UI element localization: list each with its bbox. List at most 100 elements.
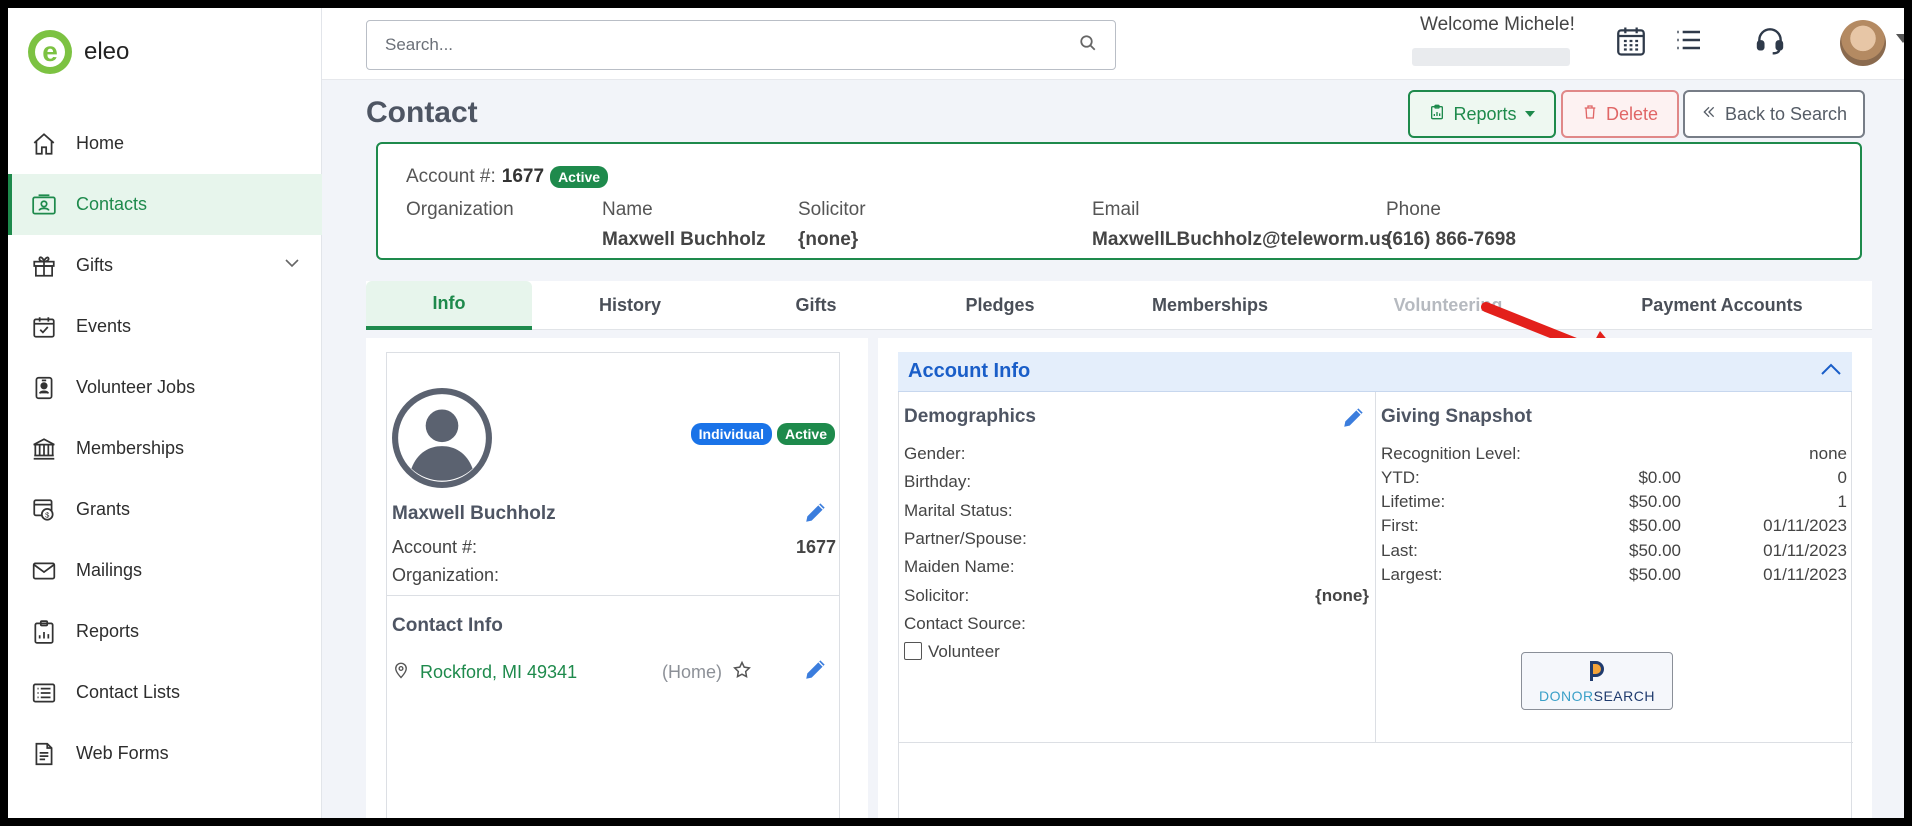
type-badge: Individual bbox=[690, 423, 772, 445]
caret-down-icon[interactable] bbox=[1896, 34, 1904, 43]
sidebar-item-contacts[interactable]: Contacts bbox=[8, 174, 322, 235]
demographics-section: Demographics Gender: Birthday: Marital S… bbox=[899, 392, 1376, 742]
demo-label: Partner/Spouse: bbox=[904, 529, 1027, 548]
sidebar-item-mailings[interactable]: Mailings bbox=[8, 540, 322, 601]
address-row: Rockford, MI 49341 (Home) bbox=[392, 660, 836, 685]
sidebar-item-web-forms[interactable]: Web Forms bbox=[8, 723, 322, 784]
calendar-grid-icon[interactable] bbox=[1614, 24, 1648, 63]
contact-source-row: Contact Source: bbox=[904, 614, 1369, 634]
headset-icon[interactable] bbox=[1754, 24, 1786, 61]
report-icon bbox=[1429, 104, 1445, 125]
volunteer-row[interactable]: Volunteer bbox=[904, 642, 1369, 662]
chevron-up-icon[interactable] bbox=[1820, 362, 1842, 381]
name-label: Name bbox=[602, 199, 653, 220]
logo-text: eleo bbox=[84, 38, 130, 65]
status-badge: Active bbox=[550, 166, 609, 188]
organization-label: Organization bbox=[406, 199, 514, 220]
divider bbox=[387, 595, 839, 596]
contacts-icon bbox=[30, 191, 58, 219]
partner-row: Partner/Spouse: bbox=[904, 529, 1369, 549]
sidebar-item-gifts[interactable]: Gifts bbox=[8, 235, 322, 296]
volunteer-checkbox[interactable] bbox=[904, 642, 922, 660]
home-icon bbox=[30, 130, 58, 158]
tab-memberships[interactable]: Memberships bbox=[1096, 281, 1324, 330]
phone-label: Phone bbox=[1386, 199, 1441, 220]
sidebar-item-home[interactable]: Home bbox=[8, 113, 322, 174]
donorsearch-logo-icon bbox=[1587, 659, 1607, 686]
delete-button[interactable]: Delete bbox=[1561, 90, 1679, 138]
search-icon[interactable] bbox=[1079, 34, 1097, 57]
reports-button[interactable]: Reports bbox=[1408, 90, 1556, 138]
envelope-icon bbox=[30, 557, 58, 585]
contact-info-title: Contact Info bbox=[392, 615, 503, 636]
list-view-icon[interactable] bbox=[1672, 24, 1704, 61]
sidebar-item-memberships[interactable]: Memberships bbox=[8, 418, 322, 479]
pencil-icon[interactable] bbox=[1341, 404, 1367, 435]
trash-icon bbox=[1582, 104, 1598, 125]
account-line: Account #: 1677 Active bbox=[406, 166, 609, 188]
recognition-value: none bbox=[1809, 444, 1847, 463]
demo-label: Contact Source: bbox=[904, 614, 1026, 633]
account-info-title: Account Info bbox=[908, 360, 1031, 382]
search-box[interactable] bbox=[366, 20, 1116, 70]
organization-label: Organization: bbox=[392, 565, 500, 585]
giving-label: First: bbox=[1381, 516, 1419, 535]
giving-extra: 01/11/2023 bbox=[1763, 541, 1847, 560]
sidebar-item-contact-lists[interactable]: Contact Lists bbox=[8, 662, 322, 723]
sidebar-item-events[interactable]: Events bbox=[8, 296, 322, 357]
tab-info[interactable]: Info bbox=[366, 281, 532, 330]
divider bbox=[899, 742, 1853, 743]
pencil-icon[interactable] bbox=[803, 656, 829, 687]
bank-icon bbox=[30, 435, 58, 463]
back-to-search-button[interactable]: Back to Search bbox=[1683, 90, 1865, 138]
tab-gifts[interactable]: Gifts bbox=[728, 281, 904, 330]
welcome-text: Welcome Michele! bbox=[1420, 14, 1575, 35]
giving-amount: $50.00 bbox=[1629, 541, 1681, 560]
pencil-icon[interactable] bbox=[803, 499, 829, 530]
name-value: Maxwell Buchholz bbox=[602, 229, 766, 250]
solicitor-label: Solicitor bbox=[798, 199, 866, 220]
profile-name: Maxwell Buchholz bbox=[392, 503, 556, 524]
sidebar-item-grants[interactable]: $ Grants bbox=[8, 479, 322, 540]
profile-card: Individual Active Maxwell Buchholz Accou… bbox=[386, 352, 840, 818]
map-pin-icon bbox=[392, 660, 410, 685]
topbar: Welcome Michele! bbox=[322, 8, 1904, 80]
phone-value[interactable]: (616) 866-7698 bbox=[1386, 229, 1516, 251]
donorsearch-button[interactable]: DONORSEARCH bbox=[1521, 652, 1673, 710]
logo[interactable]: e eleo bbox=[28, 30, 129, 74]
sidebar-item-label: Web Forms bbox=[76, 743, 169, 763]
giving-label: Last: bbox=[1381, 541, 1418, 560]
giving-label: Largest: bbox=[1381, 565, 1443, 584]
giving-extra: 0 bbox=[1837, 468, 1847, 487]
demo-label: Solicitor: bbox=[904, 586, 970, 605]
list-icon bbox=[30, 679, 58, 707]
account-info-panel: Account Info Demographics Gender: Birthd… bbox=[878, 338, 1872, 818]
email-value[interactable]: MaxwellLBuchholz@teleworm.us bbox=[1092, 229, 1391, 251]
sidebar-item-volunteer-jobs[interactable]: Volunteer Jobs bbox=[8, 357, 322, 418]
star-icon[interactable] bbox=[732, 660, 752, 685]
address-link[interactable]: Rockford, MI 49341 bbox=[420, 662, 652, 683]
email-column: Email MaxwellLBuchholz@teleworm.us bbox=[1092, 199, 1391, 251]
gift-icon bbox=[30, 252, 58, 280]
giving-extra: 01/11/2023 bbox=[1763, 516, 1847, 535]
tab-pledges[interactable]: Pledges bbox=[904, 281, 1096, 330]
app-frame: e eleo Home Contacts Gifts Events Volunt… bbox=[8, 8, 1904, 818]
email-label: Email bbox=[1092, 199, 1140, 220]
search-input[interactable] bbox=[385, 35, 1079, 55]
page-title: Contact bbox=[366, 96, 478, 129]
giving-label: Lifetime: bbox=[1381, 492, 1446, 511]
delete-label: Delete bbox=[1605, 103, 1659, 124]
account-info-header[interactable]: Account Info bbox=[898, 352, 1852, 392]
chevron-down-icon[interactable] bbox=[284, 255, 300, 276]
volunteer-label: Volunteer bbox=[928, 642, 1000, 661]
account-label: Account #: bbox=[392, 537, 478, 557]
demo-label: Gender: bbox=[904, 444, 966, 463]
sidebar-item-reports[interactable]: Reports bbox=[8, 601, 322, 662]
user-avatar[interactable] bbox=[1840, 20, 1886, 66]
tab-history[interactable]: History bbox=[532, 281, 728, 330]
account-label: Account #: bbox=[406, 166, 496, 187]
donorsearch-text: DONORSEARCH bbox=[1539, 688, 1655, 704]
calendar-check-icon bbox=[30, 313, 58, 341]
phone-column: Phone (616) 866-7698 bbox=[1386, 199, 1516, 251]
address-type: (Home) bbox=[662, 662, 723, 682]
